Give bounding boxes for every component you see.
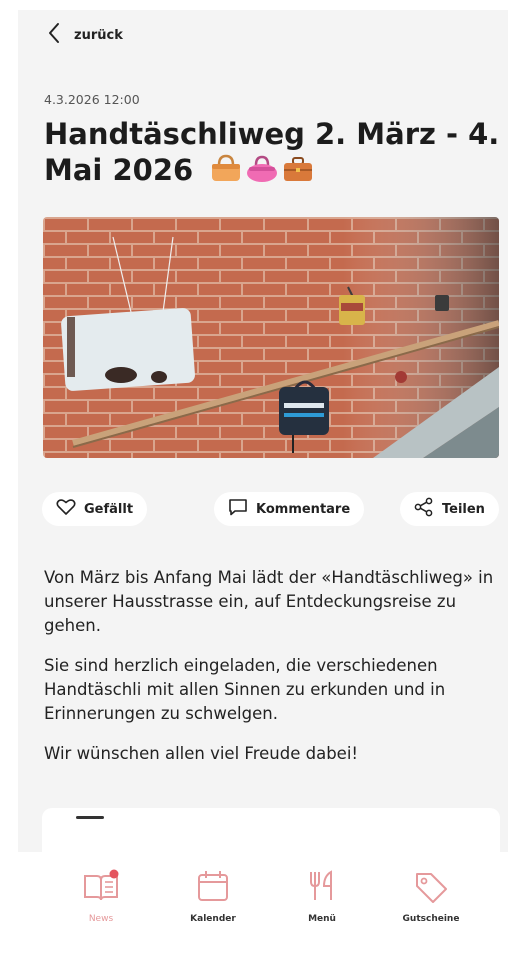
news-book-icon bbox=[81, 868, 121, 908]
tab-gutscheine-label: Gutscheine bbox=[402, 914, 460, 924]
body-paragraph: Sie sind herzlich eingeladen, die versch… bbox=[44, 656, 446, 723]
post-actions: Gefällt Kommentare Teilen bbox=[42, 492, 500, 528]
bottom-tab-bar: News Kalender Menü Gutscheine bbox=[0, 852, 515, 962]
fork-knife-icon bbox=[302, 868, 342, 908]
tag-icon bbox=[411, 868, 451, 908]
comments-button[interactable]: Kommentare bbox=[214, 492, 365, 526]
tab-menu-label: Menü bbox=[308, 914, 336, 924]
post-detail-screen: zurück 4.3.2026 12:00 Handtäschliweg 2. … bbox=[18, 10, 508, 872]
calendar-icon bbox=[193, 868, 233, 908]
briefcase-icon bbox=[281, 153, 315, 191]
body-paragraph: Wir wünschen allen viel Freude dabei! bbox=[44, 744, 359, 763]
like-label: Gefällt bbox=[84, 501, 134, 517]
comments-label: Kommentare bbox=[256, 501, 351, 517]
share-button[interactable]: Teilen bbox=[400, 492, 499, 526]
header-bar: zurück bbox=[18, 10, 508, 60]
notification-badge bbox=[109, 869, 119, 879]
share-icon bbox=[414, 497, 434, 521]
tab-news[interactable]: News bbox=[56, 868, 146, 924]
back-button[interactable]: zurück bbox=[48, 22, 123, 48]
chevron-left-icon bbox=[48, 22, 60, 48]
tab-kalender-label: Kalender bbox=[190, 914, 236, 924]
tab-kalender[interactable]: Kalender bbox=[168, 868, 258, 924]
post-timestamp: 4.3.2026 12:00 bbox=[44, 92, 140, 107]
comment-icon bbox=[228, 498, 248, 520]
share-label: Teilen bbox=[442, 501, 485, 517]
like-button[interactable]: Gefällt bbox=[42, 492, 148, 526]
tab-news-label: News bbox=[88, 914, 114, 924]
body-paragraph: Von März bis Anfang Mai lädt der «Handtä… bbox=[44, 568, 494, 635]
heart-icon bbox=[56, 498, 76, 520]
post-image bbox=[43, 217, 499, 458]
page-title: Handtäschliweg 2. März - 4. Mai 2026 bbox=[44, 116, 504, 191]
card-handle bbox=[76, 816, 104, 819]
tab-menu[interactable]: Menü bbox=[277, 868, 367, 924]
post-body: Von März bis Anfang Mai lädt der «Handtä… bbox=[44, 566, 494, 782]
title-emoji-group bbox=[209, 153, 315, 191]
handbag-icon bbox=[209, 153, 243, 191]
purse-icon bbox=[245, 153, 279, 191]
tab-gutscheine[interactable]: Gutscheine bbox=[386, 868, 476, 924]
back-label: zurück bbox=[74, 27, 123, 43]
